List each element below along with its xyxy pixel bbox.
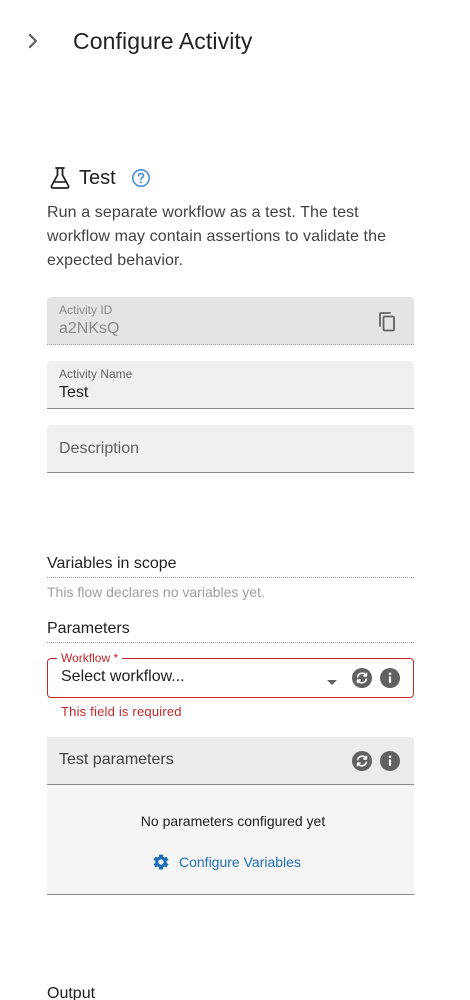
flask-icon xyxy=(50,167,70,189)
info-icon[interactable] xyxy=(380,751,400,771)
activity-id-field: Activity ID a2NKsQ xyxy=(47,297,414,345)
header-bar: Configure Activity xyxy=(0,0,470,84)
chevron-right-icon[interactable] xyxy=(22,30,44,52)
sync-icon[interactable] xyxy=(352,668,372,688)
workflow-selected-value[interactable]: Select workflow... xyxy=(61,668,185,686)
workflow-select[interactable]: Workflow * Select workflow... xyxy=(47,651,414,698)
test-parameters-title: Test parameters xyxy=(59,751,174,768)
activity-name-field[interactable]: Activity Name Test xyxy=(47,361,414,409)
activity-name-label: Activity Name xyxy=(59,367,133,381)
activity-id-label: Activity ID xyxy=(59,303,113,317)
activity-name-value[interactable]: Test xyxy=(59,384,88,402)
activity-description: Run a separate workflow as a test. The t… xyxy=(47,204,387,269)
workflow-error: This field is required xyxy=(61,704,182,719)
variables-empty-hint: This flow declares no variables yet. xyxy=(47,584,265,600)
sync-icon[interactable] xyxy=(352,751,372,771)
page-title: Configure Activity xyxy=(73,28,253,54)
output-heading: Output xyxy=(47,985,96,1000)
gear-icon xyxy=(153,854,169,870)
info-icon[interactable] xyxy=(380,668,400,688)
activity-heading: Test xyxy=(47,164,417,194)
test-parameters-empty-message: No parameters configured yet xyxy=(140,813,326,829)
dropdown-arrow-icon[interactable] xyxy=(327,680,337,685)
help-icon[interactable] xyxy=(131,168,151,188)
parameters-heading: Parameters xyxy=(47,620,414,643)
description-field[interactable]: Description xyxy=(47,425,414,473)
variables-heading: Variables in scope xyxy=(47,555,414,578)
test-parameters-panel: Test parameters No parameters configured… xyxy=(47,737,414,895)
configure-variables-label[interactable]: Configure Variables xyxy=(179,854,301,870)
activity-title: Test xyxy=(79,167,116,189)
test-parameters-header: Test parameters xyxy=(47,737,414,785)
activity-id-value: a2NKsQ xyxy=(59,320,120,337)
description-placeholder: Description xyxy=(59,440,140,457)
workflow-label: Workflow * xyxy=(57,651,123,665)
copy-icon[interactable] xyxy=(377,311,397,333)
